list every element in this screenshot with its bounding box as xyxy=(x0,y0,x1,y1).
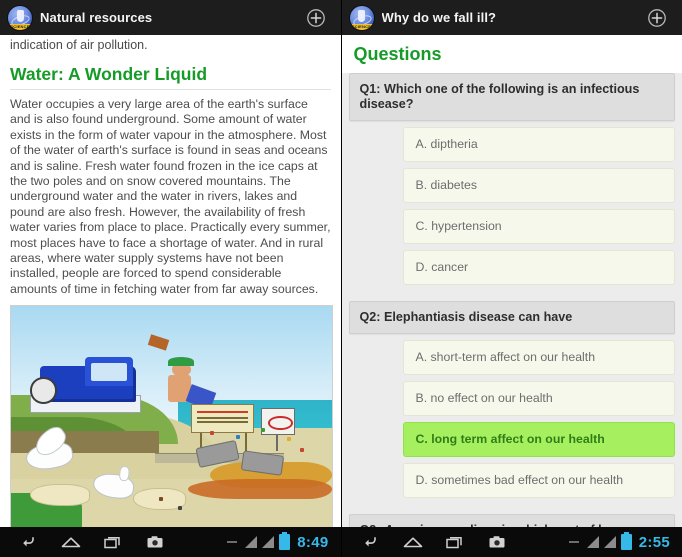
option-item[interactable]: A. short-term affect on our health xyxy=(402,340,675,375)
option-item[interactable]: D. sometimes bad effect on our health xyxy=(402,463,675,498)
question-prompt: Q2: Elephantiasis disease can have xyxy=(348,301,675,334)
right-status-icons: 2:55 xyxy=(568,532,674,551)
heading-divider xyxy=(10,89,331,90)
questions-list: Q1: Which one of the following is an inf… xyxy=(341,73,682,527)
left-action-bar: SCIENCE Natural resources xyxy=(0,0,341,35)
plus-circle-icon[interactable] xyxy=(303,5,329,31)
recent-apps-icon[interactable] xyxy=(442,531,468,553)
status-clock: 2:55 xyxy=(638,533,670,551)
plus-circle-icon[interactable] xyxy=(644,5,670,31)
article-paragraph: Water occupies a very large area of the … xyxy=(10,97,331,296)
no-swimming-sign-icon xyxy=(261,408,296,435)
left-status-icons: 8:49 xyxy=(227,532,332,551)
home-icon[interactable] xyxy=(58,531,84,553)
no-sim-dash-icon xyxy=(227,541,238,543)
science-logo-icon: SCIENCE xyxy=(349,5,374,30)
right-screen: SCIENCE Why do we fall ill? Questions Q1… xyxy=(341,0,682,557)
home-icon[interactable] xyxy=(400,531,426,553)
back-arrow-icon[interactable] xyxy=(16,531,42,553)
signal-bars-icon xyxy=(586,536,599,548)
question-prompt: Q1: Which one of the following is an inf… xyxy=(348,73,675,121)
article-body: indication of air pollution. Water: A Wo… xyxy=(0,35,341,527)
option-item-selected[interactable]: C. long term affect on our health xyxy=(402,422,675,457)
option-group: A. short-term affect on our health B. no… xyxy=(342,334,682,506)
battery-icon xyxy=(279,532,291,550)
logo-word: SCIENCE xyxy=(8,23,32,30)
left-screen: SCIENCE Natural resources indication of … xyxy=(0,0,342,557)
question-block: Q2: Elephantiasis disease can have A. sh… xyxy=(342,301,682,506)
recent-apps-icon[interactable] xyxy=(100,531,126,553)
question-block: Q3: Ascaris worm lives in which part of … xyxy=(342,514,682,527)
warning-sign-icon xyxy=(190,403,254,433)
question-block: Q1: Which one of the following is an inf… xyxy=(342,73,682,293)
logo-word: SCIENCE xyxy=(349,23,374,30)
page-title: Natural resources xyxy=(40,10,153,25)
option-item[interactable]: B. diabetes xyxy=(402,168,675,203)
questions-scroll-area[interactable]: Questions Q1: Which one of the following… xyxy=(341,35,682,527)
option-item[interactable]: D. cancer xyxy=(402,250,675,285)
page-title: Why do we fall ill? xyxy=(381,10,497,25)
camera-icon[interactable] xyxy=(484,531,510,553)
signal-bars-icon xyxy=(603,536,616,548)
left-system-nav-bar: 8:49 xyxy=(0,527,341,557)
camera-icon[interactable] xyxy=(142,531,168,553)
back-arrow-icon[interactable] xyxy=(358,531,384,553)
science-logo-icon: SCIENCE xyxy=(8,5,32,30)
article-scroll-area[interactable]: indication of air pollution. Water: A Wo… xyxy=(0,35,341,527)
question-prompt: Q3: Ascaris worm lives in which part of … xyxy=(348,514,675,527)
option-item[interactable]: C. hypertension xyxy=(402,209,675,244)
questions-title: Questions xyxy=(353,44,442,64)
option-item[interactable]: B. no effect on our health xyxy=(402,381,675,416)
signal-bars-icon xyxy=(245,536,258,548)
right-action-bar: SCIENCE Why do we fall ill? xyxy=(341,0,682,35)
no-sim-dash-icon xyxy=(568,541,579,543)
dual-screenshot-container: SCIENCE Natural resources indication of … xyxy=(0,0,682,557)
signal-bars-icon xyxy=(262,536,275,548)
right-system-nav-bar: 2:55 xyxy=(341,527,682,557)
status-clock: 8:49 xyxy=(297,533,329,551)
article-cut-line: indication of air pollution. xyxy=(10,38,148,52)
water-pollution-illustration xyxy=(10,305,333,527)
battery-icon xyxy=(620,532,632,550)
option-item[interactable]: A. diptheria xyxy=(402,127,675,162)
option-group: A. diptheria B. diabetes C. hypertension… xyxy=(342,121,682,293)
section-heading-water: Water: A Wonder Liquid xyxy=(10,64,208,84)
